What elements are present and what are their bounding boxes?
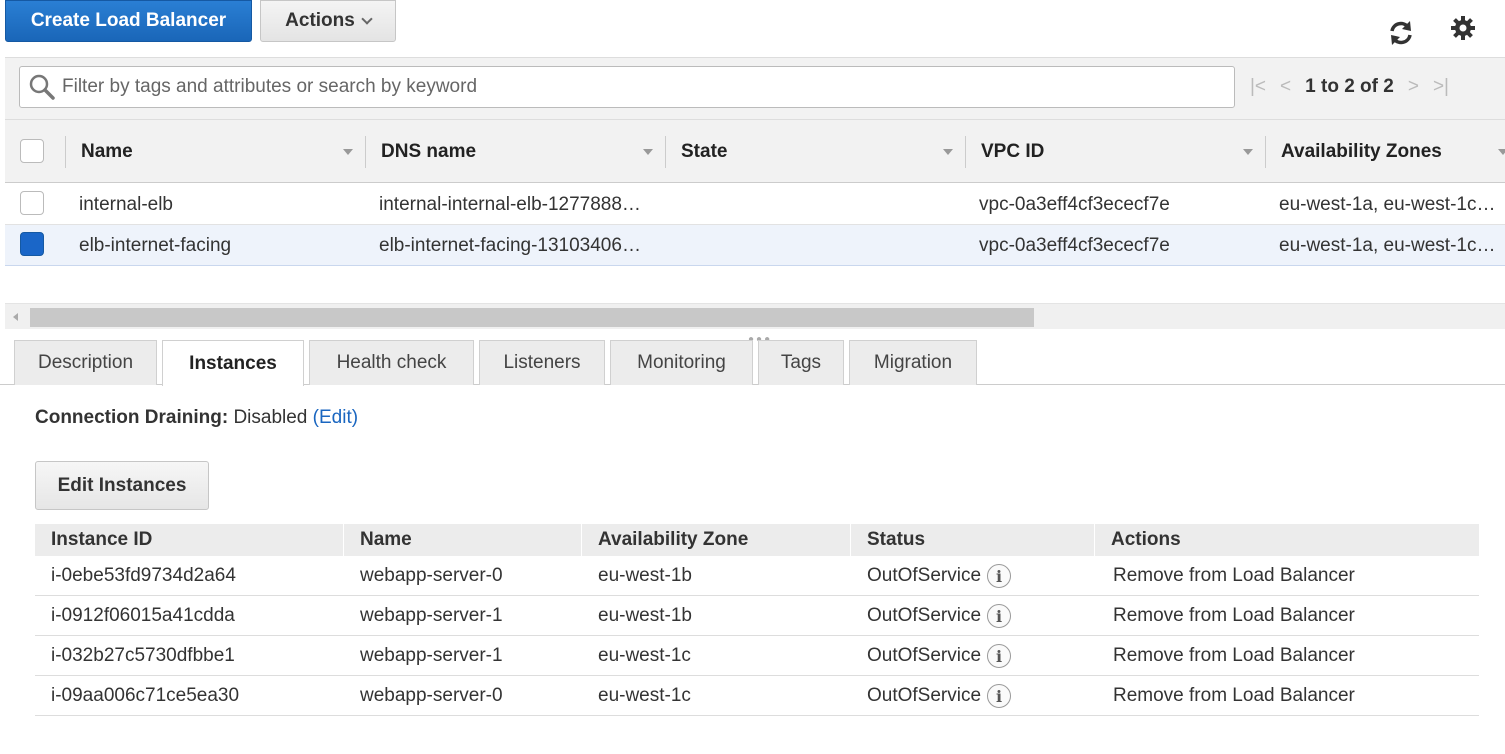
- row-checkbox[interactable]: [20, 191, 44, 215]
- sort-caret-icon[interactable]: [643, 149, 653, 155]
- status-text: OutOfService: [867, 565, 982, 586]
- column-header-instance-id: Instance ID: [51, 529, 153, 550]
- instance-az: eu-west-1c: [598, 685, 691, 706]
- create-load-balancer-button[interactable]: Create Load Balancer: [5, 0, 252, 42]
- column-header-status: Status: [867, 529, 926, 550]
- table-row: i-0912f06015a41cdda webapp-server-1 eu-w…: [35, 596, 1479, 636]
- status-text: OutOfService: [867, 605, 982, 626]
- select-all-checkbox[interactable]: [20, 139, 44, 163]
- search-icon: [29, 74, 55, 100]
- pager-text: 1 to 2 of 2: [1305, 76, 1394, 97]
- search-input[interactable]: [62, 76, 1222, 98]
- column-header-az: Availability Zone: [598, 529, 749, 550]
- instance-az: eu-west-1b: [598, 565, 692, 586]
- info-icon[interactable]: i: [987, 564, 1012, 588]
- instance-status: OutOfService i: [867, 556, 1012, 596]
- edit-instances-button[interactable]: Edit Instances: [35, 461, 209, 510]
- tab-health-check[interactable]: Health check: [309, 340, 474, 385]
- instance-id-link[interactable]: i-032b27c5730dfbbe1: [51, 636, 235, 676]
- horizontal-scrollbar[interactable]: [5, 303, 1505, 329]
- column-header-name[interactable]: Name: [81, 120, 133, 183]
- remove-from-lb-link[interactable]: Remove from Load Balancer: [1113, 636, 1355, 676]
- info-icon[interactable]: i: [987, 644, 1012, 668]
- tab-migration[interactable]: Migration: [849, 340, 977, 385]
- remove-from-lb-link[interactable]: Remove from Load Balancer: [1113, 596, 1355, 636]
- tab-description[interactable]: Description: [14, 340, 157, 385]
- column-header-vpc[interactable]: VPC ID: [981, 120, 1044, 183]
- remove-from-lb-link[interactable]: Remove from Load Balancer: [1113, 676, 1355, 716]
- table-row-selected[interactable]: elb-internet-facing elb-internet-facing-…: [5, 225, 1505, 266]
- last-page-icon[interactable]: >|: [1433, 76, 1449, 98]
- instance-az: eu-west-1c: [598, 645, 691, 666]
- lb-state: [679, 184, 959, 225]
- instance-name: webapp-server-0: [360, 685, 503, 706]
- actions-dropdown-button[interactable]: Actions: [260, 0, 396, 42]
- sort-caret-icon[interactable]: [343, 149, 353, 155]
- lb-azs: eu-west-1a, eu-west-1c…: [1279, 234, 1496, 256]
- draining-label: Connection Draining:: [35, 407, 229, 428]
- refresh-icon[interactable]: [1386, 18, 1416, 48]
- search-box[interactable]: [19, 66, 1235, 108]
- instance-status: OutOfService i: [867, 676, 1012, 716]
- edit-draining-link[interactable]: (Edit): [313, 407, 358, 428]
- column-header-dns[interactable]: DNS name: [381, 120, 476, 183]
- tab-monitoring[interactable]: Monitoring: [610, 340, 753, 385]
- status-text: OutOfService: [867, 685, 982, 706]
- instance-id-link[interactable]: i-0912f06015a41cdda: [51, 596, 235, 636]
- remove-from-lb-link[interactable]: Remove from Load Balancer: [1113, 556, 1355, 596]
- column-header-actions: Actions: [1111, 529, 1181, 550]
- instance-id-link[interactable]: i-09aa006c71ce5ea30: [51, 676, 239, 716]
- instance-az: eu-west-1b: [598, 605, 692, 626]
- row-checkbox-checked[interactable]: [20, 232, 44, 256]
- instance-name: webapp-server-0: [360, 565, 503, 586]
- tab-listeners[interactable]: Listeners: [479, 340, 605, 385]
- load-balancer-table-header: Name DNS name State VPC ID Availability …: [5, 120, 1505, 183]
- status-text: OutOfService: [867, 645, 982, 666]
- table-row[interactable]: internal-elb internal-internal-elb-12778…: [5, 184, 1505, 225]
- lb-azs: eu-west-1a, eu-west-1c…: [1279, 193, 1496, 215]
- detail-tabs: Description Instances Health check Liste…: [0, 340, 1505, 386]
- instance-status: OutOfService i: [867, 636, 1012, 676]
- next-page-icon[interactable]: >: [1408, 76, 1419, 98]
- filter-bar: |< < 1 to 2 of 2 > >|: [5, 57, 1505, 120]
- actions-label: Actions: [285, 10, 355, 31]
- table-row: i-032b27c5730dfbbe1 webapp-server-1 eu-w…: [35, 636, 1479, 676]
- lb-dns: internal-internal-elb-1277888…: [379, 193, 641, 215]
- lb-state: [679, 225, 959, 266]
- table-row: i-09aa006c71ce5ea30 webapp-server-0 eu-w…: [35, 676, 1479, 716]
- lb-name: elb-internet-facing: [79, 234, 232, 256]
- lb-vpc: vpc-0a3eff4cf3ececf7e: [979, 234, 1170, 256]
- info-icon[interactable]: i: [987, 684, 1012, 708]
- instance-name: webapp-server-1: [360, 645, 503, 666]
- instance-status: OutOfService i: [867, 596, 1012, 636]
- instance-id-link[interactable]: i-0ebe53fd9734d2a64: [51, 556, 236, 596]
- instance-name: webapp-server-1: [360, 605, 503, 626]
- sort-caret-icon[interactable]: [1498, 149, 1505, 155]
- connection-draining: Connection Draining: Disabled (Edit): [35, 407, 358, 429]
- column-header-azs[interactable]: Availability Zones: [1281, 120, 1442, 183]
- sort-caret-icon[interactable]: [1243, 149, 1253, 155]
- table-row: i-0ebe53fd9734d2a64 webapp-server-0 eu-w…: [35, 556, 1479, 596]
- first-page-icon[interactable]: |<: [1250, 76, 1266, 98]
- instances-table-header: Instance ID Name Availability Zone Statu…: [35, 524, 1479, 556]
- prev-page-icon[interactable]: <: [1280, 76, 1291, 98]
- tab-instances[interactable]: Instances: [162, 340, 304, 386]
- gear-icon[interactable]: [1449, 14, 1477, 42]
- column-header-instance-name: Name: [360, 529, 412, 550]
- lb-dns: elb-internet-facing-13103406…: [379, 234, 641, 256]
- scroll-left-icon[interactable]: [13, 313, 18, 321]
- column-header-state[interactable]: State: [681, 120, 727, 183]
- draining-value: Disabled: [233, 407, 308, 428]
- chevron-down-icon: [361, 12, 373, 25]
- lb-name: internal-elb: [79, 193, 173, 215]
- lb-vpc: vpc-0a3eff4cf3ececf7e: [979, 193, 1170, 215]
- info-icon[interactable]: i: [987, 604, 1012, 628]
- pagination: |< < 1 to 2 of 2 > >|: [1250, 66, 1449, 108]
- tab-tags[interactable]: Tags: [758, 340, 844, 385]
- sort-caret-icon[interactable]: [943, 149, 953, 155]
- scrollbar-thumb[interactable]: [30, 308, 1034, 327]
